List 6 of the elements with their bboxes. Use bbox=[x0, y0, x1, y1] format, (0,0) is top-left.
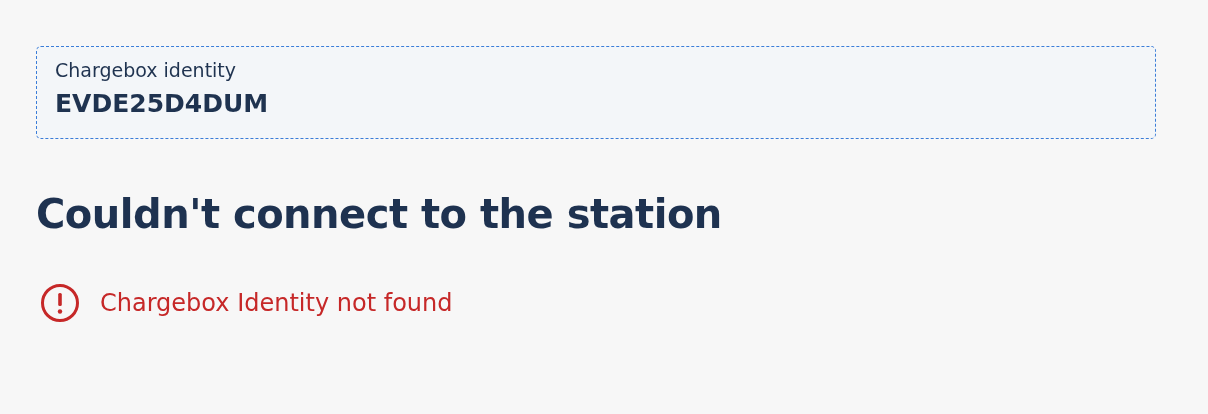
error-message: Chargebox Identity not found bbox=[100, 289, 453, 317]
error-heading: Couldn't connect to the station bbox=[36, 191, 722, 237]
error-icon bbox=[40, 283, 80, 323]
field-label: Chargebox identity bbox=[55, 59, 237, 81]
identity-field[interactable]: Chargebox identity EVDE25D4DUM bbox=[36, 46, 1156, 139]
field-value: EVDE25D4DUM bbox=[55, 89, 269, 118]
